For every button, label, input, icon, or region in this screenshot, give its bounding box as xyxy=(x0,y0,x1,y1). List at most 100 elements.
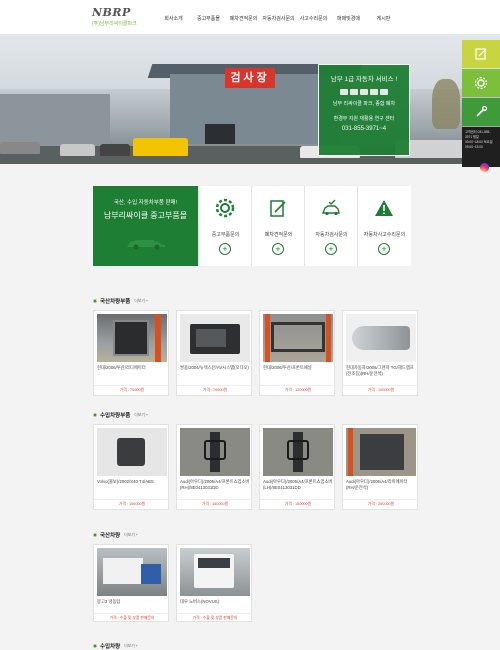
quick-menu-tools[interactable] xyxy=(462,98,500,126)
section-name: 국산차량부품 xyxy=(100,299,131,305)
hero-sign: 검사장 xyxy=(225,68,275,88)
service-item-accident-repair[interactable]: 자동차사고수리문의 + xyxy=(357,186,410,266)
more-link[interactable]: 더보기 + xyxy=(134,413,148,418)
vehicle-card[interactable]: 대우 노버스(NOVUS) 가격 : 수출 및 부품 판매문의 xyxy=(176,544,253,622)
product-name: 현대자동차/2006/그랜저 TG/헤드램프(전조등)(RH/운전석) xyxy=(346,365,414,376)
warning-icon xyxy=(375,200,393,216)
hero-panel-line2: 환경부 지원 재활용 연구 센터 xyxy=(333,116,395,122)
hero-car xyxy=(100,144,130,156)
bullet-icon xyxy=(93,533,97,537)
brand-logo-icon xyxy=(370,89,378,95)
brand-logo-icon xyxy=(350,89,358,95)
edit-icon xyxy=(475,48,487,60)
section-title-imported-vehicles: 수입차량 더보기 + xyxy=(93,642,138,650)
product-image xyxy=(97,314,167,362)
product-card[interactable]: Audi(아우디)/2005/A4/라이에이터(RH/운전석) 가격 : 250… xyxy=(342,424,419,510)
hero-panel-title: 남부 1급 자동차 서비스 ! xyxy=(330,76,398,83)
product-image xyxy=(263,428,333,476)
product-card[interactable]: 현대/2006/투산/라디에이터 가격 : 70000원 xyxy=(93,310,170,396)
more-link[interactable]: 더보기 + xyxy=(134,299,148,304)
product-price: 가격 : 100000원 xyxy=(343,385,419,393)
product-name: Audi(아우디)/2005/A4/라이에이터(RH/운전석) xyxy=(346,479,408,490)
wrench-icon xyxy=(476,105,488,117)
nav-item-trade-auction[interactable]: 매매및경매 xyxy=(331,15,366,22)
section-title-domestic-parts: 국산차량부품 더보기 + xyxy=(93,297,148,305)
product-image xyxy=(180,428,250,476)
product-card[interactable]: 쌍용/2004/뉴렉스턴/AV시스템(오디오) 가격 : 70000원 xyxy=(176,310,253,396)
domestic-parts-grid: 현대/2006/투산/라디에이터 가격 : 70000원 쌍용/2004/뉴렉스… xyxy=(93,310,419,396)
vehicle-price: 가격 : 수출 및 부품 판매문의 xyxy=(177,613,253,621)
vehicle-image xyxy=(180,548,250,596)
brand-logo-icon xyxy=(340,89,348,95)
instagram-icon[interactable] xyxy=(480,163,489,172)
hero-banner: 검사장 남부 1급 자동차 서비스 ! 남부 리싸이클 파크, 종합 폐차 환경… xyxy=(0,34,500,164)
service-item-label: 자동차사고수리문의 xyxy=(363,232,406,238)
service-item-label: 중고부품문의 xyxy=(211,232,240,238)
plus-icon[interactable]: + xyxy=(325,243,337,255)
service-main-line2: 남부리싸이클 중고부품몰 xyxy=(103,211,188,220)
quick-menu: 고객센터 031-855-3971 평일 09:00~18:00 토요일 09:… xyxy=(462,40,500,167)
product-card[interactable]: Audi(아우디)/2005/A4/프론트쇼업소버(RH)/8E0413031D… xyxy=(176,424,253,510)
brand-logos xyxy=(319,89,409,95)
nav-item-inspection[interactable]: 자동차검사문의 xyxy=(261,15,296,22)
plus-icon[interactable]: + xyxy=(378,243,390,255)
vehicle-card[interactable]: 봉고3 냉동탑 가격 : 수출 및 부품 판매문의 xyxy=(93,544,170,622)
product-image xyxy=(263,314,333,362)
product-name: Audi(아우디)/2005/A4/프론트쇼업소버(RH)/8E0413031D… xyxy=(180,479,250,490)
main-nav: 회사소개 중고부품몰 폐차견적문의 자동차검사문의 사고수리문의 매매및경매 게… xyxy=(156,15,401,22)
product-price: 가격 : 250000원 xyxy=(343,499,419,507)
product-name: Volvo(볼보)/2002/S40 T4/ABS xyxy=(97,479,154,484)
product-card[interactable]: 현대/2006/투산/프론트패널 가격 : 120000원 xyxy=(259,310,336,396)
site-logo[interactable]: NBRP (주)남부리싸이클파크 xyxy=(92,6,137,27)
plus-icon[interactable]: + xyxy=(219,243,231,255)
nav-item-company[interactable]: 회사소개 xyxy=(156,15,191,22)
product-card[interactable]: 현대자동차/2006/그랜저 TG/헤드램프(전조등)(RH/운전석) 가격 :… xyxy=(342,310,419,396)
nav-item-scrap-quote[interactable]: 폐차견적문의 xyxy=(226,15,261,22)
product-image xyxy=(346,428,416,476)
product-name: Audi(아우디)/2005/A4/프론트쇼업소버(LH)/8E0413031D… xyxy=(263,479,333,490)
nav-item-accident-repair[interactable]: 사고수리문의 xyxy=(296,15,331,22)
section-name: 수입차량부품 xyxy=(100,413,131,419)
section-name: 국산차량 xyxy=(100,533,121,539)
product-price: 가격 : 150000원 xyxy=(177,499,253,507)
quick-menu-parts[interactable] xyxy=(462,69,500,97)
product-price: 가격 : 150000원 xyxy=(94,499,170,507)
vehicle-name: 대우 노버스(NOVUS) xyxy=(180,599,220,604)
imported-parts-grid: Volvo(볼보)/2002/S40 T4/ABS 가격 : 150000원 A… xyxy=(93,424,419,510)
hero-tree xyxy=(432,79,460,129)
service-item-used-parts[interactable]: 중고부품문의 + xyxy=(198,186,251,266)
product-name: 현대/2006/투산/라디에이터 xyxy=(97,365,146,370)
service-main-line1: 국산, 수입 자동차부품 판매! xyxy=(113,200,178,206)
section-name: 수입차량 xyxy=(100,644,121,650)
site-header: NBRP (주)남부리싸이클파크 회사소개 중고부품몰 폐차견적문의 자동차검사… xyxy=(0,0,500,34)
product-card[interactable]: Audi(아우디)/2005/A4/프론트쇼업소버(LH)/8E0413031D… xyxy=(259,424,336,510)
hero-garage-door xyxy=(205,124,235,144)
hero-info-panel: 남부 1급 자동차 서비스 ! 남부 리싸이클 파크, 종합 폐차 환경부 지원… xyxy=(318,64,410,156)
product-card[interactable]: Volvo(볼보)/2002/S40 T4/ABS 가격 : 150000원 xyxy=(93,424,170,510)
service-bar: 국산, 수입 자동차부품 판매! 남부리싸이클 중고부품몰 중고부품문의 + 폐… xyxy=(93,186,411,266)
gear-icon xyxy=(474,76,488,90)
vehicle-image xyxy=(97,548,167,596)
nav-item-used-parts[interactable]: 중고부품몰 xyxy=(191,15,226,22)
more-link[interactable]: 더보기 + xyxy=(124,533,138,538)
domestic-vehicles-grid: 봉고3 냉동탑 가격 : 수출 및 부품 판매문의 대우 노버스(NOVUS) … xyxy=(93,544,253,622)
quick-menu-edit[interactable] xyxy=(462,40,500,68)
logo-mark: NBRP xyxy=(92,6,131,19)
gear-icon xyxy=(215,198,235,218)
service-main-banner[interactable]: 국산, 수입 자동차부품 판매! 남부리싸이클 중고부품몰 xyxy=(93,186,198,266)
product-name: 현대/2006/투산/프론트패널 xyxy=(263,365,312,370)
bullet-icon xyxy=(93,644,97,648)
service-item-inspection[interactable]: 자동차검사문의 + xyxy=(304,186,357,266)
product-image xyxy=(180,314,250,362)
hero-car xyxy=(0,142,40,154)
more-link[interactable]: 더보기 + xyxy=(124,644,138,649)
plus-icon[interactable]: + xyxy=(272,243,284,255)
nav-item-board[interactable]: 게시판 xyxy=(366,15,401,22)
hero-panel-line1: 남부 리싸이클 파크, 종합 폐차 xyxy=(332,101,396,107)
service-item-label: 폐차견적문의 xyxy=(264,232,293,238)
customer-center-info: 고객센터 031-855-3971 평일 09:00~18:00 토요일 09:… xyxy=(462,127,500,167)
section-title-domestic-vehicles: 국산차량 더보기 + xyxy=(93,531,138,539)
hero-car xyxy=(133,138,188,156)
service-item-scrap-quote[interactable]: 폐차견적문의 + xyxy=(251,186,304,266)
product-price: 가격 : 150000원 xyxy=(260,499,336,507)
